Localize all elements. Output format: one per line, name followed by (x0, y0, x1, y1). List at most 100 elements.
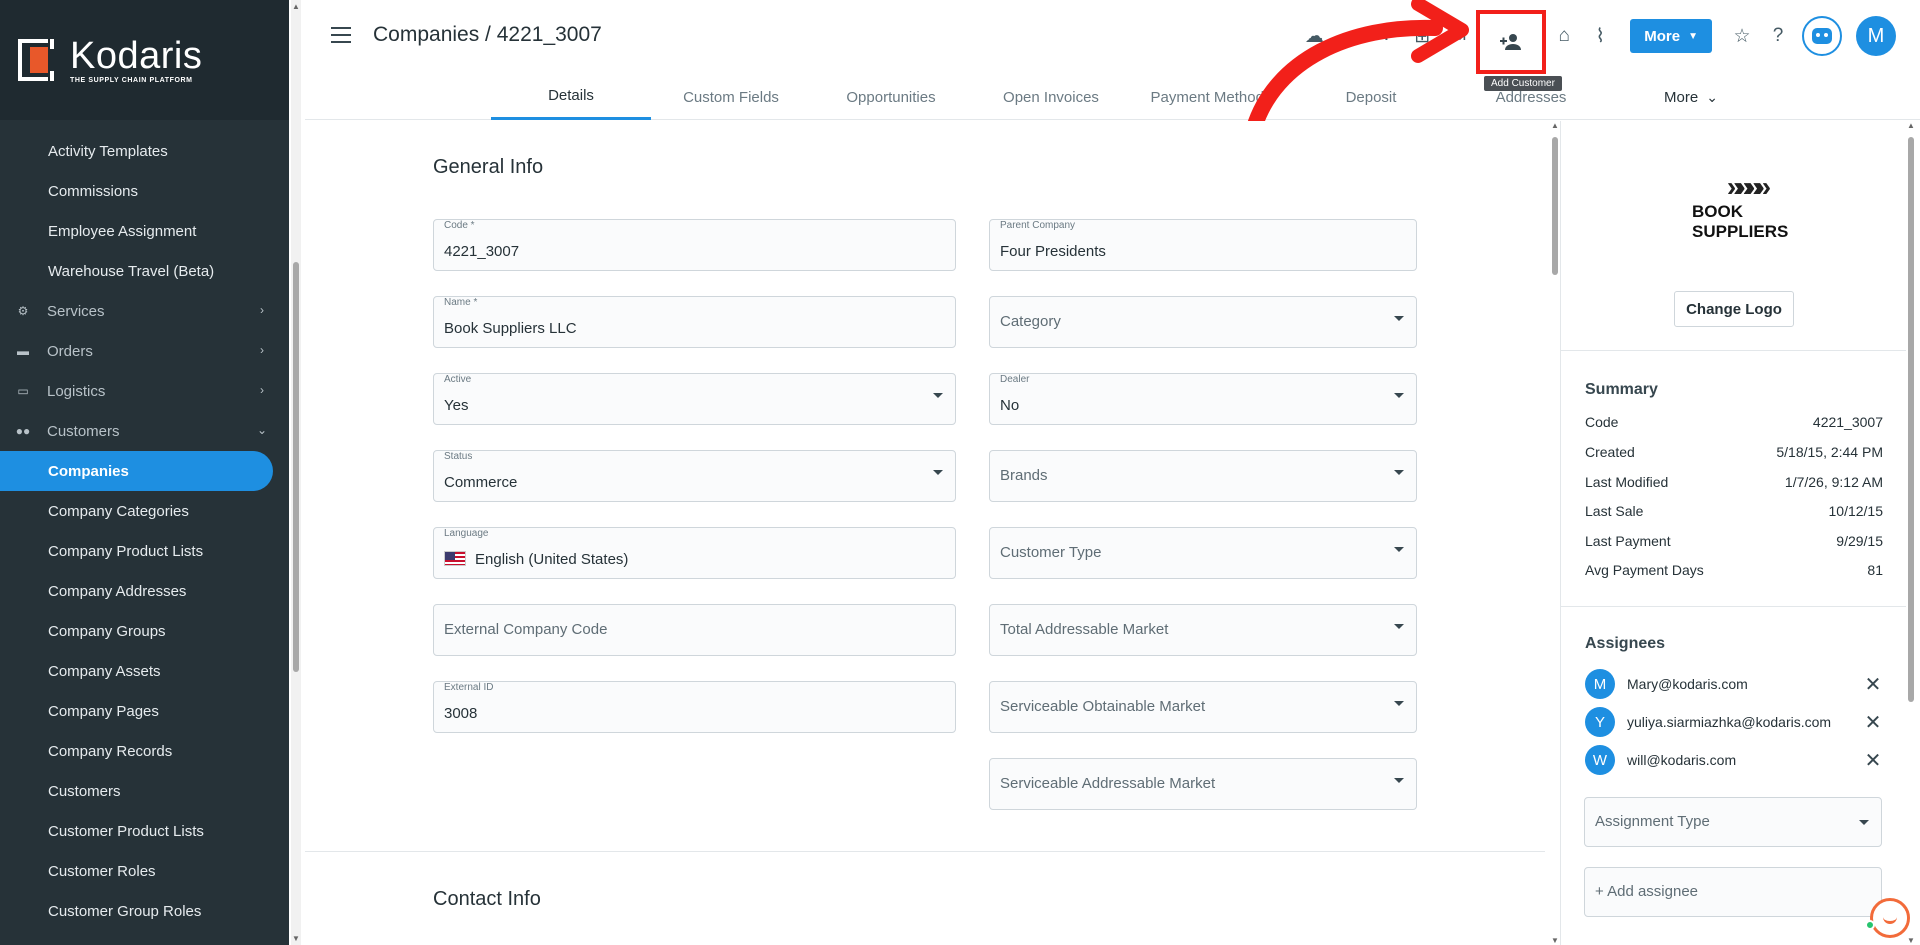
serviceable-addressable-market-select[interactable]: Serviceable Addressable Market (989, 758, 1417, 810)
star-icon[interactable]: ☆ (1724, 18, 1760, 54)
sidebar-item-services[interactable]: ⚙ Services › (0, 291, 289, 331)
field-placeholder: Brands (1000, 467, 1048, 484)
sidebar-item-company-addresses[interactable]: Company Addresses (0, 571, 289, 611)
tab-more[interactable]: More ⌄ (1611, 74, 1771, 120)
sidebar-item-company-groups[interactable]: Company Groups (0, 611, 289, 651)
sidebar-item-label: Companies (48, 462, 129, 480)
sidebar-item-company-records[interactable]: Company Records (0, 731, 289, 771)
chart-icon[interactable]: ⫶ (1368, 18, 1404, 54)
field-value: 3008 (444, 705, 478, 722)
tab-custom-fields[interactable]: Custom Fields (651, 74, 811, 120)
brand-logo[interactable]: Kodaris THE SUPPLY CHAIN PLATFORM (0, 0, 289, 120)
sidebar-item-employee-assignment[interactable]: Employee Assignment (0, 211, 289, 251)
summary-title: Summary (1585, 381, 1658, 398)
scrollbar-thumb[interactable] (1552, 137, 1558, 275)
tab-payment-methods[interactable]: Payment Methods (1131, 74, 1291, 120)
total-addressable-market-select[interactable]: Total Addressable Market (989, 604, 1417, 656)
card-icon[interactable]: ▭ (1332, 18, 1368, 54)
sidebar-item-label: Customer Group Roles (48, 902, 202, 920)
scroll-up-icon[interactable]: ▲ (292, 2, 300, 11)
code-field[interactable]: Code * 4221_3007 (433, 219, 956, 271)
gift-icon[interactable]: ⊞ (1404, 18, 1440, 54)
cloud-icon[interactable]: ☁ (1296, 18, 1332, 54)
tab-opportunities[interactable]: Opportunities (811, 74, 971, 120)
name-field[interactable]: Name * Book Suppliers LLC (433, 296, 956, 348)
right-panel-scrollbar[interactable]: ▲ ▼ (1906, 121, 1916, 945)
sidebar-scrollbar[interactable]: ▲ ▼ (291, 0, 301, 945)
summary-section: Summary Code 4221_3007 Created 5/18/15, 2:… (1561, 351, 1906, 607)
main-content: General Info Code * 4221_3007 Name * Boo… (305, 121, 1559, 945)
sidebar-item-label: Employee Assignment (48, 222, 197, 240)
sidebar-item-label: Logistics (47, 382, 106, 400)
field-label: Status (444, 451, 473, 462)
add-customer-icon[interactable] (1476, 10, 1547, 74)
tab-deposit[interactable]: Deposit (1291, 74, 1451, 120)
summary-value: 5/18/15, 2:44 PM (1776, 444, 1883, 460)
active-select[interactable]: Active Yes (433, 373, 956, 425)
menu-icon[interactable] (331, 27, 351, 43)
sidebar-item-company-assets[interactable]: Company Assets (0, 651, 289, 691)
assignment-type-dropdown[interactable]: Assignment Type (1584, 797, 1882, 847)
field-placeholder: Serviceable Addressable Market (1000, 775, 1216, 792)
scroll-down-icon[interactable]: ▼ (292, 934, 300, 943)
tab-open-invoices[interactable]: Open Invoices (971, 74, 1131, 120)
help-icon[interactable]: ? (1760, 18, 1796, 54)
sidebar-item-companies[interactable]: Companies (0, 451, 273, 491)
brands-select[interactable]: Brands (989, 450, 1417, 502)
tab-more-label: More (1664, 88, 1699, 106)
field-label: External ID (444, 682, 494, 693)
sidebar-item-company-categories[interactable]: Company Categories (0, 491, 289, 531)
main-scrollbar[interactable]: ▲ ▼ (1550, 121, 1560, 945)
toolbar: ☁ ▭ ⫶ ⊞ ⇥ ⌂ ⌇ More ▼ ☆ ? M (1296, 10, 1920, 74)
more-button[interactable]: More ▼ (1630, 19, 1712, 53)
sidebar-item-commissions[interactable]: Commissions (0, 171, 289, 211)
sidebar-item-customers-list[interactable]: Customers (0, 771, 289, 811)
sidebar-item-warehouse-travel[interactable]: Warehouse Travel (Beta) (0, 251, 289, 291)
scroll-down-icon[interactable]: ▼ (1551, 936, 1559, 945)
assignee-avatar: Y (1585, 707, 1615, 737)
scrollbar-thumb[interactable] (293, 262, 299, 672)
sidebar-item-customer-roles[interactable]: Customer Roles (0, 851, 289, 891)
tab-addresses[interactable]: Addresses (1451, 74, 1611, 120)
language-select[interactable]: Language English (United States) (433, 527, 956, 579)
sidebar-item-customer-product-lists[interactable]: Customer Product Lists (0, 811, 289, 851)
scrollbar-thumb[interactable] (1908, 137, 1914, 702)
remove-assignee-close-icon[interactable]: ✕ (1863, 710, 1883, 735)
remove-assignee-close-icon[interactable]: ✕ (1863, 748, 1883, 773)
scroll-down-icon[interactable]: ▼ (1907, 936, 1915, 945)
remove-assignee-close-icon[interactable]: ✕ (1863, 672, 1883, 697)
scroll-up-icon[interactable]: ▲ (1907, 121, 1915, 130)
external-id-field[interactable]: External ID 3008 (433, 681, 956, 733)
login-icon[interactable]: ⇥ (1440, 18, 1476, 54)
chat-support-icon[interactable] (1870, 898, 1910, 938)
sidebar-item-customer-group-roles[interactable]: Customer Group Roles (0, 891, 289, 931)
tag-icon[interactable]: ⌂ (1546, 18, 1582, 54)
assistant-bot-icon[interactable] (1802, 16, 1842, 56)
scroll-up-icon[interactable]: ▲ (1551, 121, 1559, 130)
user-avatar[interactable]: M (1856, 16, 1896, 56)
customer-type-select[interactable]: Customer Type (989, 527, 1417, 579)
sidebar-item-label: Customers (48, 782, 121, 800)
serviceable-obtainable-market-select[interactable]: Serviceable Obtainable Market (989, 681, 1417, 733)
sidebar-item-label: Company Pages (48, 702, 159, 720)
dealer-select[interactable]: Dealer No (989, 373, 1417, 425)
category-select[interactable]: Category (989, 296, 1417, 348)
sidebar-item-activity-templates[interactable]: Activity Templates (0, 131, 289, 171)
assignee-avatar: M (1585, 669, 1615, 699)
change-logo-button[interactable]: Change Logo (1674, 291, 1794, 327)
status-select[interactable]: Status Commerce (433, 450, 956, 502)
tab-details[interactable]: Details (491, 74, 651, 120)
chevrons-logo-icon: »»»» (1726, 171, 1771, 202)
sidebar-item-orders[interactable]: ▬ Orders › (0, 331, 289, 371)
sidebar-item-company-product-lists[interactable]: Company Product Lists (0, 531, 289, 571)
parent-company-field[interactable]: Parent Company Four Presidents (989, 219, 1417, 271)
paperclip-icon[interactable]: ⌇ (1582, 18, 1618, 54)
add-assignee-input[interactable]: + Add assignee (1584, 867, 1882, 917)
sidebar-item-logistics[interactable]: ▭ Logistics › (0, 371, 289, 411)
sidebar-item-label: Services (47, 302, 105, 320)
sidebar-item-company-pages[interactable]: Company Pages (0, 691, 289, 731)
truck-icon: ▬ (17, 344, 29, 358)
section-title-general-info: General Info (433, 156, 544, 178)
external-company-code-field[interactable]: External Company Code (433, 604, 956, 656)
sidebar-item-customers[interactable]: ●● Customers ⌄ (0, 411, 289, 451)
